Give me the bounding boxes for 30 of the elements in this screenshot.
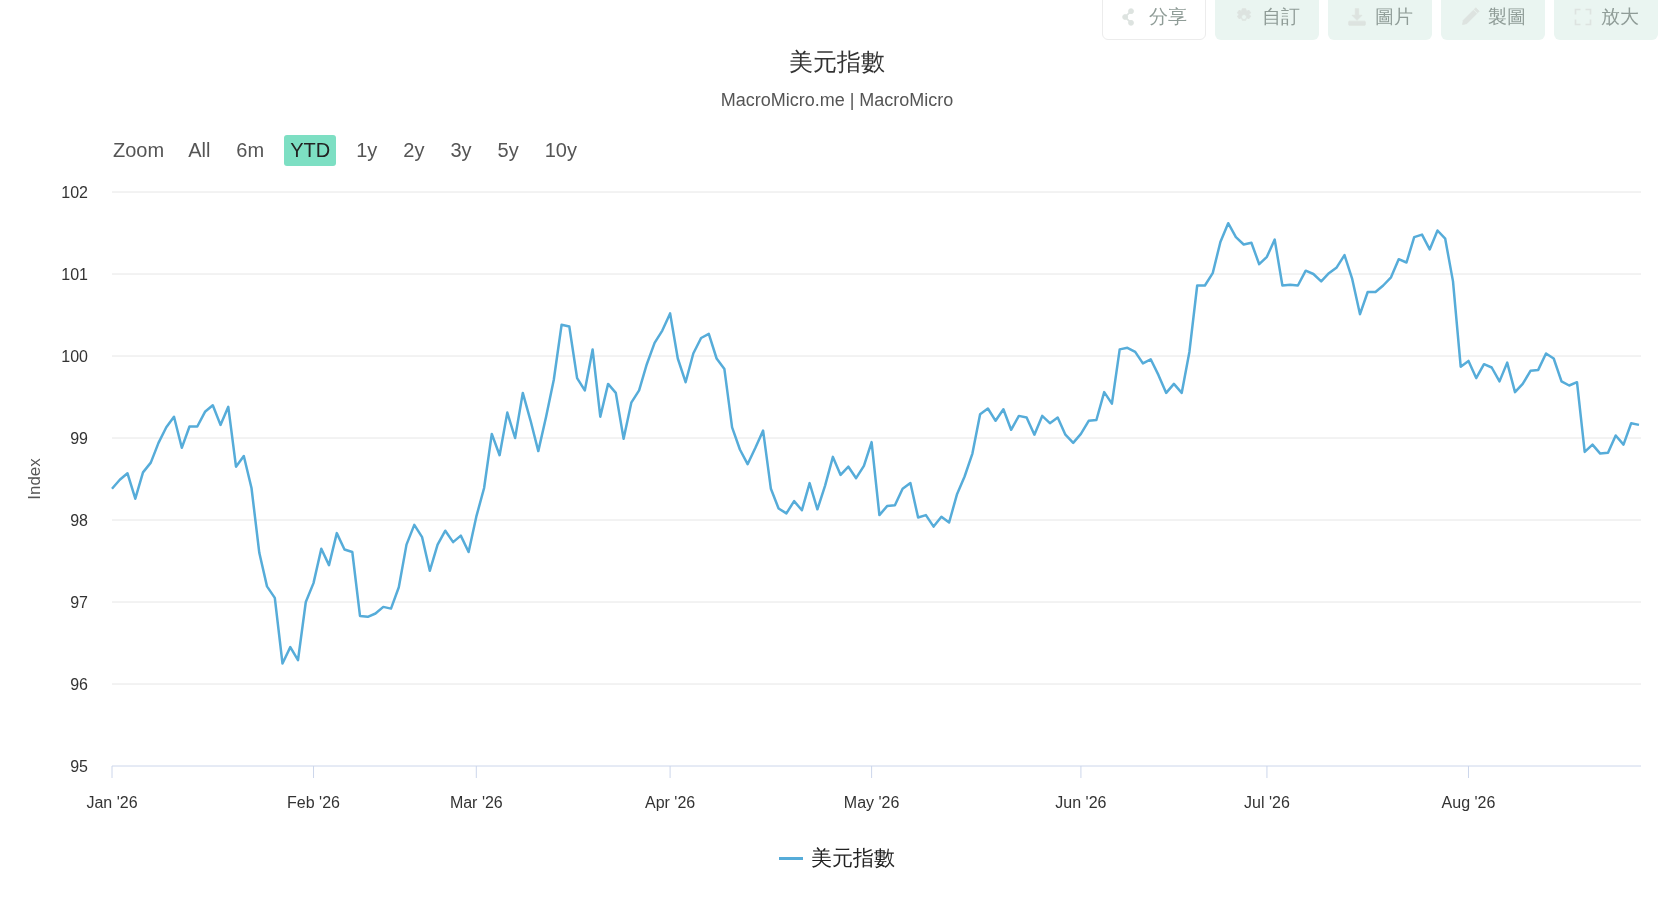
- y-axis-label: 99: [70, 430, 88, 447]
- x-axis-label: Jul '26: [1244, 794, 1290, 811]
- range-button[interactable]: 10y: [538, 135, 583, 166]
- x-axis-label: Apr '26: [645, 794, 696, 811]
- range-button[interactable]: YTD: [284, 135, 337, 166]
- chart-subtitle: MacroMicro.me | MacroMicro: [719, 90, 955, 111]
- y-axis-label: 100: [61, 348, 88, 365]
- range-button[interactable]: 3y: [444, 135, 478, 166]
- y-axis-title: Index: [25, 458, 44, 500]
- x-axis-label: Jun '26: [1055, 794, 1107, 811]
- y-axis-label: 102: [61, 184, 88, 201]
- range-button[interactable]: 5y: [491, 135, 525, 166]
- x-axis-label: Aug '26: [1441, 794, 1496, 811]
- range-button[interactable]: All: [182, 135, 217, 166]
- x-axis-label: Mar '26: [449, 794, 503, 811]
- x-axis-label: Jan '26: [86, 794, 138, 811]
- range-button[interactable]: 2y: [397, 135, 431, 166]
- y-axis-label: 95: [70, 758, 88, 775]
- y-axis-label: 98: [70, 512, 88, 529]
- zoom-label: Zoom: [113, 139, 165, 162]
- x-axis-label: May '26: [843, 794, 900, 811]
- range-button[interactable]: 1y: [350, 135, 384, 166]
- legend-item[interactable]: 美元指數: [779, 844, 895, 872]
- y-axis-label: 96: [70, 676, 88, 693]
- x-axis-label: Feb '26: [287, 794, 340, 811]
- chart-title: 美元指數: [788, 47, 886, 78]
- range-button[interactable]: 6m: [230, 135, 271, 166]
- legend-label: 美元指數: [811, 845, 895, 872]
- y-axis-label: 101: [61, 266, 88, 283]
- y-axis-label: 97: [70, 594, 88, 611]
